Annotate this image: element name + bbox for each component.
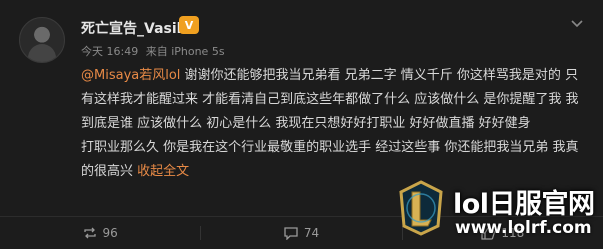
- username[interactable]: 死亡宣告_Vasilii: [81, 18, 191, 38]
- repost-count: 96: [102, 226, 118, 240]
- post-content: @Misaya若风lol 谢谢你还能够把我当兄弟看 兄弟二字 情义千斤 你这样骂…: [81, 64, 591, 184]
- avatar[interactable]: [19, 17, 65, 63]
- repost-button[interactable]: 96: [0, 226, 200, 240]
- mention-link[interactable]: @Misaya若风lol: [81, 68, 180, 83]
- post-meta: 今天 16:49 来自 iPhone 5s: [81, 43, 229, 59]
- repost-icon: [83, 227, 96, 239]
- comment-count: 74: [303, 226, 320, 240]
- chevron-down-icon[interactable]: [567, 14, 587, 34]
- comment-icon: [284, 226, 298, 240]
- post-paragraph-1: @Misaya若风lol 谢谢你还能够把我当兄弟看 兄弟二字 情义千斤 你这样骂…: [81, 64, 591, 136]
- post-paragraph-2: 打职业那么久 你是我在这个行业最敬重的职业选手 经过这些事 你还能把我当兄弟 我…: [81, 136, 591, 184]
- watermark: lol日服官网 www.lolrf.com: [392, 178, 603, 248]
- collapse-link[interactable]: 收起全文: [137, 164, 189, 179]
- post-time: 今天 16:49: [81, 45, 139, 58]
- comment-button[interactable]: 74: [201, 226, 401, 240]
- lol-logo-icon: [399, 180, 443, 236]
- watermark-url: www.lolrf.com: [455, 218, 592, 238]
- watermark-title: lol日服官网: [453, 189, 595, 220]
- post-source: 来自 iPhone 5s: [145, 45, 225, 58]
- vip-badge: V: [179, 16, 199, 34]
